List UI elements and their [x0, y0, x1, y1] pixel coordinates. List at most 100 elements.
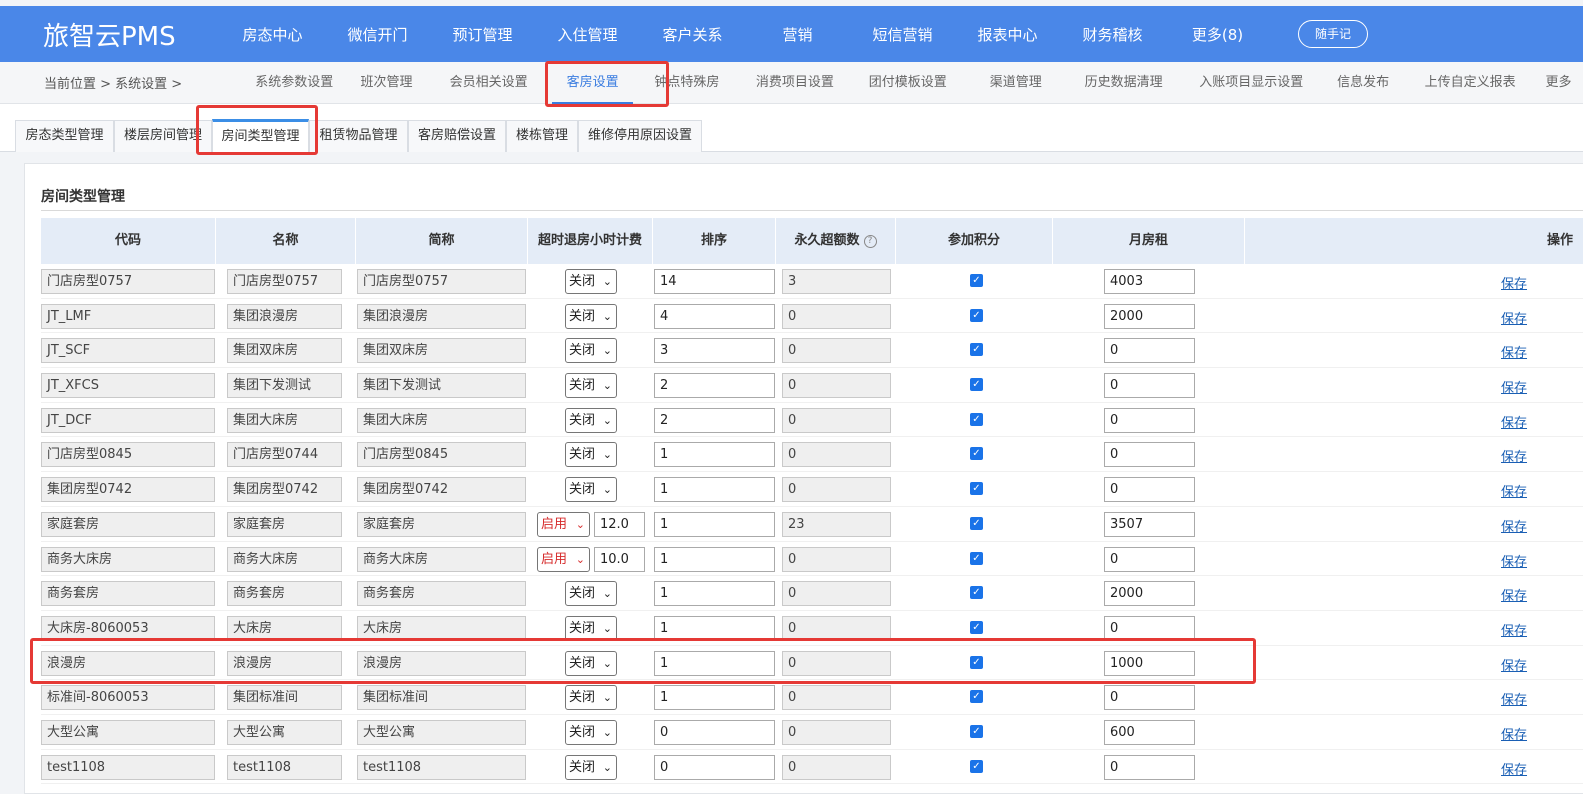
overtime-billing-select[interactable]: 关闭 ⌄: [565, 581, 617, 607]
overtime-hours-input[interactable]: 10.0: [594, 546, 645, 572]
overtime-billing-select[interactable]: 启用 ⌄: [537, 546, 590, 572]
points-checkbox[interactable]: ✓: [970, 551, 983, 565]
points-checkbox[interactable]: ✓: [970, 447, 983, 461]
save-link[interactable]: 保存: [1501, 446, 1527, 465]
monthly-rent-input[interactable]: 0: [1104, 442, 1195, 468]
sort-input[interactable]: 2: [654, 373, 775, 399]
points-checkbox[interactable]: ✓: [970, 482, 983, 496]
tab-maintenance-reasons[interactable]: 维修停用原因设置: [578, 120, 702, 152]
sort-input[interactable]: 14: [654, 269, 775, 294]
subnav-group-template[interactable]: 团付模板设置: [849, 62, 967, 104]
sort-input[interactable]: 1: [654, 650, 775, 676]
monthly-rent-input[interactable]: 0: [1104, 338, 1195, 364]
tab-rental-items[interactable]: 租赁物品管理: [309, 120, 408, 152]
sort-input[interactable]: 3: [654, 338, 775, 364]
subnav-channel[interactable]: 渠道管理: [967, 62, 1065, 104]
nav-item-room-status[interactable]: 房态中心: [220, 24, 325, 45]
overtime-billing-select[interactable]: 关闭 ⌄: [565, 407, 617, 433]
monthly-rent-input[interactable]: 1000: [1104, 650, 1195, 676]
points-checkbox[interactable]: ✓: [970, 343, 983, 357]
save-link[interactable]: 保存: [1501, 655, 1527, 674]
monthly-rent-input[interactable]: 0: [1104, 685, 1195, 711]
subnav-hourly-room[interactable]: 钟点特殊房: [633, 62, 741, 104]
sort-input[interactable]: 2: [654, 407, 775, 433]
monthly-rent-input[interactable]: 0: [1104, 477, 1195, 503]
overtime-billing-select[interactable]: 关闭 ⌄: [565, 303, 617, 329]
overtime-billing-select[interactable]: 关闭 ⌄: [565, 269, 617, 294]
subnav-history-cleanup[interactable]: 历史数据清理: [1065, 62, 1183, 104]
nav-item-checkin[interactable]: 入住管理: [535, 24, 640, 45]
overtime-billing-select[interactable]: 启用 ⌄: [537, 511, 590, 537]
sort-input[interactable]: 1: [654, 477, 775, 503]
tab-room-status-types[interactable]: 房态类型管理: [15, 120, 114, 152]
save-link[interactable]: 保存: [1501, 412, 1527, 431]
points-checkbox[interactable]: ✓: [970, 412, 983, 426]
points-checkbox[interactable]: ✓: [970, 759, 983, 773]
save-link[interactable]: 保存: [1501, 759, 1527, 778]
help-icon[interactable]: ?: [863, 235, 877, 248]
overtime-billing-select[interactable]: 关闭 ⌄: [565, 338, 617, 364]
sort-input[interactable]: 1: [654, 615, 775, 641]
nav-item-reports[interactable]: 报表中心: [955, 24, 1060, 45]
overtime-billing-select[interactable]: 关闭 ⌄: [565, 719, 617, 745]
save-link[interactable]: 保存: [1501, 620, 1527, 639]
points-checkbox[interactable]: ✓: [970, 274, 983, 287]
points-checkbox[interactable]: ✓: [970, 378, 983, 392]
points-checkbox[interactable]: ✓: [970, 516, 983, 530]
subnav-shift[interactable]: 班次管理: [348, 62, 425, 104]
nav-item-sms-marketing[interactable]: 短信营销: [850, 24, 955, 45]
subnav-custom-report[interactable]: 上传自定义报表: [1406, 62, 1534, 104]
overtime-billing-select[interactable]: 关闭 ⌄: [565, 477, 617, 503]
memo-button[interactable]: 随手记: [1298, 20, 1369, 48]
monthly-rent-input[interactable]: 2000: [1104, 581, 1195, 607]
monthly-rent-input[interactable]: 0: [1104, 407, 1195, 433]
monthly-rent-input[interactable]: 2000: [1104, 303, 1195, 329]
sort-input[interactable]: 0: [654, 754, 775, 780]
sort-input[interactable]: 1: [654, 511, 775, 537]
sort-input[interactable]: 1: [654, 581, 775, 607]
points-checkbox[interactable]: ✓: [970, 655, 983, 669]
overtime-billing-select[interactable]: 关闭 ⌄: [565, 615, 617, 641]
sort-input[interactable]: 1: [654, 685, 775, 711]
monthly-rent-input[interactable]: 0: [1104, 754, 1195, 780]
save-link[interactable]: 保存: [1501, 481, 1527, 500]
monthly-rent-input[interactable]: 0: [1104, 615, 1195, 641]
subnav-posting-display[interactable]: 入账项目显示设置: [1183, 62, 1320, 104]
nav-item-more[interactable]: 更多(8): [1165, 24, 1270, 45]
overtime-billing-select[interactable]: 关闭 ⌄: [565, 685, 617, 711]
subnav-info-publish[interactable]: 信息发布: [1320, 62, 1406, 104]
save-link[interactable]: 保存: [1501, 516, 1527, 535]
points-checkbox[interactable]: ✓: [970, 586, 983, 600]
points-checkbox[interactable]: ✓: [970, 724, 983, 738]
tab-room-compensation[interactable]: 客房赔偿设置: [408, 120, 506, 152]
overtime-billing-select[interactable]: 关闭 ⌄: [565, 442, 617, 468]
subnav-member[interactable]: 会员相关设置: [425, 62, 553, 104]
monthly-rent-input[interactable]: 0: [1104, 546, 1195, 572]
points-checkbox[interactable]: ✓: [970, 690, 983, 704]
save-link[interactable]: 保存: [1501, 585, 1527, 604]
monthly-rent-input[interactable]: 600: [1104, 719, 1195, 745]
nav-item-crm[interactable]: 客户关系: [640, 24, 745, 45]
save-link[interactable]: 保存: [1501, 273, 1527, 292]
monthly-rent-input[interactable]: 4003: [1104, 269, 1195, 294]
overtime-billing-select[interactable]: 关闭 ⌄: [565, 754, 617, 780]
tab-floor-rooms[interactable]: 楼层房间管理: [114, 120, 212, 152]
points-checkbox[interactable]: ✓: [970, 620, 983, 634]
subnav-more[interactable]: 更多: [1534, 62, 1583, 104]
sort-input[interactable]: 0: [654, 719, 775, 745]
monthly-rent-input[interactable]: 0: [1104, 373, 1195, 399]
nav-item-marketing[interactable]: 营销: [745, 24, 850, 45]
monthly-rent-input[interactable]: 3507: [1104, 511, 1195, 537]
subnav-room-settings[interactable]: 客房设置: [552, 62, 633, 104]
overtime-billing-select[interactable]: 关闭 ⌄: [565, 373, 617, 399]
sort-input[interactable]: 4: [654, 303, 775, 329]
nav-item-wechat-door[interactable]: 微信开门: [325, 24, 430, 45]
save-link[interactable]: 保存: [1501, 724, 1527, 743]
tab-buildings[interactable]: 楼栋管理: [506, 120, 578, 152]
save-link[interactable]: 保存: [1501, 342, 1527, 361]
nav-item-reservation[interactable]: 预订管理: [430, 24, 535, 45]
points-checkbox[interactable]: ✓: [970, 308, 983, 322]
subnav-system-params[interactable]: 系统参数设置: [240, 62, 348, 104]
nav-item-finance-audit[interactable]: 财务稽核: [1060, 24, 1165, 45]
sort-input[interactable]: 1: [654, 546, 775, 572]
